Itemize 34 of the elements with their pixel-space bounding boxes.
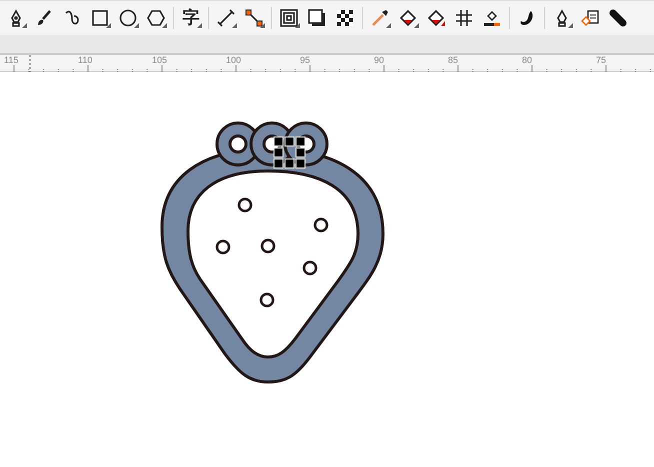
- dimension-line-icon: [216, 8, 236, 28]
- ruler-label: 110: [77, 54, 94, 66]
- polygon-icon: [146, 8, 166, 28]
- grid-icon: [454, 8, 474, 28]
- rectangle-icon: [90, 8, 110, 28]
- flyout-triangle-icon: [22, 23, 27, 28]
- ellipse-icon: [118, 8, 138, 28]
- flyout-triangle-icon: [134, 23, 139, 28]
- ruler-label: 75: [595, 54, 608, 66]
- ruler-label: 90: [373, 54, 386, 66]
- ruler-label: 115: [3, 54, 20, 66]
- text-tool[interactable]: 字: [177, 4, 205, 32]
- drop-shadow-icon: [307, 8, 327, 28]
- flyout-triangle-icon: [568, 23, 573, 28]
- flyout-triangle-icon: [162, 23, 167, 28]
- flyout-triangle-icon: [260, 23, 265, 28]
- object-properties-icon: [580, 8, 600, 28]
- ruler-label: 80: [521, 54, 534, 66]
- ruler-label: 95: [299, 54, 312, 66]
- fill-bucket-icon: [398, 8, 418, 28]
- eyedropper-icon: [370, 8, 390, 28]
- flyout-triangle-icon: [106, 23, 111, 28]
- flyout-triangle-icon: [295, 23, 300, 28]
- flyout-triangle-icon: [386, 23, 391, 28]
- ruler-label: 85: [447, 54, 460, 66]
- capsule-icon: [608, 8, 628, 28]
- flyout-triangle-icon: [232, 23, 237, 28]
- checkerboard-icon: [335, 8, 355, 28]
- contour-icon: [279, 8, 299, 28]
- flyout-triangle-icon: [414, 23, 419, 28]
- fill-bucket-icon: [426, 8, 446, 28]
- connector-icon: [244, 8, 264, 28]
- ruler-label: 105: [151, 54, 168, 66]
- ruler-label: 100: [225, 54, 242, 66]
